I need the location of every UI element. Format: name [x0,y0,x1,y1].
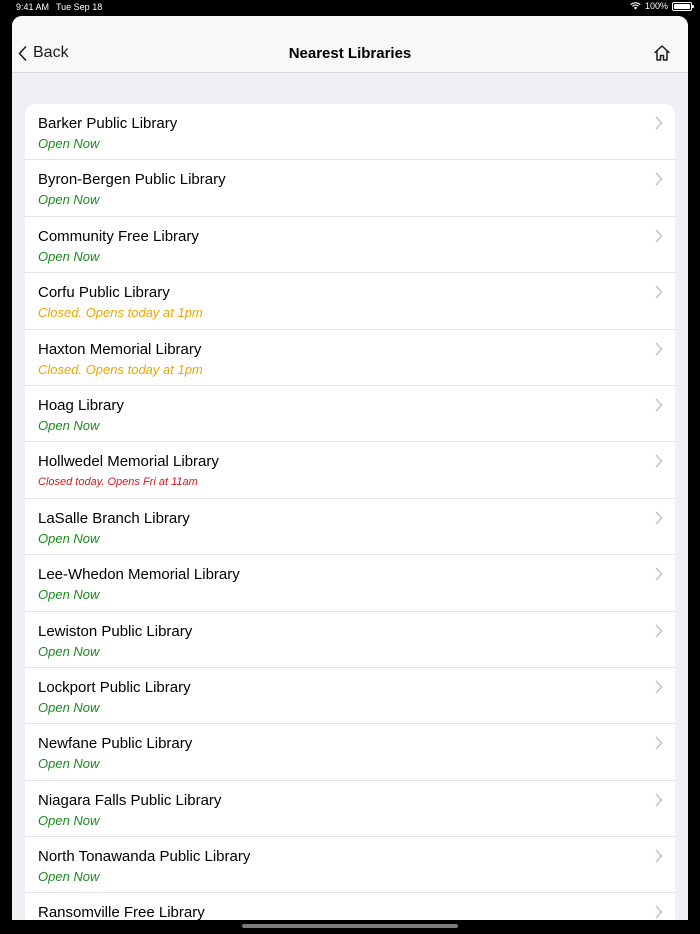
library-status: Closed. Opens today at 1pm [38,361,203,377]
page-title: Nearest Libraries [288,45,412,62]
library-status: Open Now [38,643,100,659]
library-list: Barker Public Library Open Now Byron-Berge… [25,104,675,920]
library-name: Newfane Public Library [38,735,193,753]
library-row[interactable]: Corfu Public Library Closed. Opens today … [25,273,675,330]
library-row[interactable]: Barker Public Library Open Now [25,104,675,161]
library-name: Corfu Public Library [38,284,170,302]
library-row[interactable]: Hollwedel Memorial Library Closed today. … [25,442,675,499]
battery-icon [672,1,694,11]
navigation-bar: Back Nearest Libraries [12,16,688,73]
library-row[interactable]: Hoag Library Open Now [25,386,675,443]
chevron-right-icon [655,736,663,750]
chevron-right-icon [655,624,663,637]
library-status: Open Now [38,812,100,828]
chevron-right-icon [655,229,663,243]
library-row[interactable]: Lewiston Public Library Open Now [25,612,675,668]
battery-percent: 100% [644,1,668,11]
library-row[interactable]: Byron-Bergen Public Library Open Now [25,160,675,217]
library-name: Hoag Library [38,396,124,414]
home-indicator[interactable] [242,924,458,928]
library-name: Community Free Library [38,227,199,245]
library-name: LaSalle Branch Library [38,509,190,527]
status-time: 9:41 AM [16,2,50,12]
library-name: North Tonawanda Public Library [38,848,251,866]
chevron-right-icon [655,342,663,355]
library-row[interactable]: North Tonawanda Public Library Open Now [25,837,675,894]
status-bar: 9:41 AM Tue Sep 18 100% [0,0,700,16]
library-name: Hollwedel Memorial Library [38,453,219,471]
library-status: Open Now [38,192,100,208]
library-row[interactable]: Lee-Whedon Memorial Library Open Now [25,555,675,612]
library-row[interactable]: LaSalle Branch Library Open Now [25,499,675,556]
home-icon[interactable] [652,43,672,63]
library-status: Open Now [38,530,100,546]
library-status: Open Now [38,699,100,715]
chevron-right-icon [655,906,663,919]
library-status: Closed today. Opens Fri at 11am [38,476,198,489]
library-name: Barker Public Library [38,115,178,132]
device-frame: 9:41 AM Tue Sep 18 100% Back Nearest Lib… [0,0,700,934]
library-row[interactable]: Lockport Public Library Open Now [25,668,675,725]
chevron-right-icon [655,680,663,694]
library-status: Open Now [38,587,100,603]
library-name: Lockport Public Library [38,678,191,696]
library-row[interactable]: Ransomville Free Library [25,893,675,920]
library-name: Ransomville Free Library [38,904,205,920]
chevron-right-icon [655,116,663,130]
chevron-right-icon [655,285,663,299]
status-right: 100% [630,1,694,11]
chevron-right-icon [655,849,663,863]
library-name: Niagara Falls Public Library [38,791,222,809]
library-row[interactable]: Niagara Falls Public Library Open Now [25,781,675,838]
chevron-right-icon [655,455,663,468]
library-status: Open Now [38,869,100,885]
library-status: Open Now [38,417,100,433]
library-status: Open Now [38,756,100,772]
library-status: Open Now [38,136,100,151]
library-row[interactable]: Community Free Library Open Now [25,217,675,274]
library-status: Open Now [38,248,100,264]
library-name: Lee-Whedon Memorial Library [38,566,240,584]
status-date: Tue Sep 18 [56,2,103,12]
library-name: Byron-Bergen Public Library [38,171,226,189]
library-status: Closed. Opens today at 1pm [38,305,203,321]
chevron-right-icon [655,173,663,186]
chevron-right-icon [655,793,663,806]
library-row[interactable]: Haxton Memorial Library Closed. Opens tod… [25,330,675,386]
chevron-right-icon [655,511,663,525]
library-row[interactable]: Newfane Public Library Open Now [25,724,675,781]
chevron-right-icon [655,567,663,581]
library-name: Lewiston Public Library [38,622,193,640]
wifi-icon [630,2,641,10]
library-name: Haxton Memorial Library [38,340,202,358]
app-screen: Back Nearest Libraries Barker Public Lib… [12,16,688,920]
chevron-right-icon [655,398,663,412]
